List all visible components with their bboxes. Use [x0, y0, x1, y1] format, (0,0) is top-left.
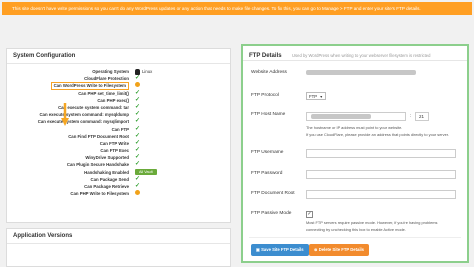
config-row: Can FTP ✓: [7, 126, 230, 133]
ftp-host-name-value: [311, 114, 371, 119]
config-row: WinyDrive Supported ✓: [7, 154, 230, 161]
config-row-label: Can Plugin Secure Handshake: [66, 162, 129, 168]
config-row-label: Can execute system command: mysqldump: [39, 112, 129, 118]
system-configuration-panel: System Configuration Operating System Lin…: [6, 48, 231, 223]
check-icon: ✓: [135, 154, 141, 161]
config-row: Can FTP Exec ✓: [7, 147, 230, 154]
ftp-details-title: FTP Details: [249, 53, 282, 59]
config-row-label: Can PHP set_time_limit(): [78, 90, 129, 96]
chevron-down-icon: ▼: [319, 95, 323, 99]
ftp-host-name-input[interactable]: [306, 112, 406, 121]
check-icon: ✓: [135, 96, 141, 103]
ftp-host-name-label: FTP Host Name: [251, 112, 286, 117]
check-icon: ✓: [135, 89, 141, 96]
host-help-line-2: If you use CloudFlare, please provide an…: [306, 132, 449, 137]
save-ftp-details-button[interactable]: ▣ Save Site FTP Details: [251, 244, 309, 256]
host-help-line-1: The hostname or IP address must point to…: [306, 125, 403, 130]
ftp-details-header: FTP Details Used by WordPress when writi…: [243, 46, 467, 61]
config-row-label: Can PHP exec(): [97, 97, 129, 103]
delete-ftp-details-label: Delete Site FTP Details: [318, 247, 364, 252]
config-row-label: Can FTP Exec: [100, 148, 129, 154]
ftp-passive-mode-checkbox[interactable]: ✓: [306, 211, 313, 218]
application-versions-panel: Application Versions: [6, 228, 231, 267]
config-row: Can execute system command: mysqldump ✓: [7, 111, 230, 118]
config-row: CloudFlare Protection ✓: [7, 75, 230, 82]
ftp-protocol-label: FTP Protocol: [251, 93, 279, 98]
config-row-label: Can Find FTP Document Root: [68, 133, 129, 139]
warning-icon: [135, 82, 140, 89]
check-icon: ✓: [135, 125, 141, 132]
system-configuration-title: System Configuration: [7, 49, 230, 64]
ftp-password-input[interactable]: [306, 170, 456, 179]
ftp-details-subtitle: Used by WordPress when writing to your w…: [292, 53, 431, 58]
config-row: Can WordPress Write to Filesystem: [7, 82, 230, 90]
website-address-label: Website Address: [251, 70, 287, 75]
config-row-label: Can FTP: [111, 126, 129, 132]
warning-icon: [135, 189, 140, 197]
check-icon: ✓: [135, 147, 141, 154]
permissions-warning-banner: This site doesn't have write permissions…: [2, 2, 472, 15]
config-row: Can PHP exec() ✓: [7, 97, 230, 104]
ftp-password-label: FTP Password: [251, 171, 283, 176]
passive-help-line-2: connecting try unchecking this box to en…: [306, 227, 406, 232]
check-icon: ✓: [135, 103, 141, 110]
config-row: Can Package Send ✓: [7, 176, 230, 183]
ftp-passive-mode-label: FTP Passive Mode: [251, 211, 292, 216]
config-row-label: Can PHP Write to Filesystem: [70, 191, 129, 197]
config-row: Can Plugin Secure Handshake ✓: [7, 161, 230, 168]
port-separator: :: [410, 113, 412, 118]
config-row: Can PHP Write to Filesystem: [7, 189, 230, 197]
config-row-label: Can WordPress Write to Filesystem: [50, 82, 129, 90]
config-row-label: Handshaking Enabled: [84, 169, 129, 175]
divider: [249, 237, 461, 238]
config-row: Operating System Linux: [7, 68, 230, 75]
config-row-label: WinyDrive Supported: [85, 155, 129, 161]
config-row: Can PHP set_time_limit() ✓: [7, 90, 230, 97]
ftp-port-input[interactable]: 21: [415, 112, 429, 121]
config-row: Can FTP Write ✓: [7, 140, 230, 147]
os-value-text: Linux: [142, 69, 153, 74]
application-versions-title: Application Versions: [7, 229, 230, 244]
ftp-document-root-input[interactable]: [306, 190, 456, 199]
ftp-protocol-select[interactable]: FTP ▼: [306, 92, 326, 100]
checkmark-icon: ✓: [307, 211, 312, 217]
config-row: Can execute system command: mysqlimport ✓: [7, 118, 230, 125]
check-icon: ✓: [135, 118, 141, 125]
config-row-label: Can Package Retrieve: [84, 184, 129, 189]
config-row-label: Can FTP Write: [99, 140, 129, 146]
config-row: Handshaking Enabled All Vault: [7, 168, 230, 176]
config-row: Can Find FTP Document Root ✓: [7, 133, 230, 140]
config-row-label: Can execute system command: mysqlimport: [37, 119, 129, 125]
pointer-arrow-icon: [61, 103, 69, 126]
config-row: Can Package Retrieve ✓: [7, 183, 230, 190]
toggle-on-label: All Vault: [135, 168, 157, 175]
config-row-label: Operating System: [92, 69, 129, 74]
website-address-value: [306, 70, 416, 75]
config-row: Can execute system command: tar ✓: [7, 104, 230, 111]
check-icon: ✓: [135, 132, 141, 139]
ftp-username-label: FTP Username: [251, 150, 284, 155]
config-row-label: CloudFlare Protection: [84, 76, 129, 82]
ftp-protocol-value: FTP: [309, 94, 318, 99]
ftp-username-input[interactable]: [306, 149, 456, 158]
passive-help-line-1: Most FTP servers require passive mode. H…: [306, 220, 438, 225]
ftp-details-panel: FTP Details Used by WordPress when writi…: [241, 44, 469, 263]
ftp-document-root-label: FTP Document Root: [251, 191, 295, 196]
check-icon: ✓: [135, 111, 141, 118]
delete-ftp-details-button[interactable]: ⊗ Delete Site FTP Details: [309, 244, 369, 256]
check-icon: ✓: [135, 139, 141, 146]
linux-icon: [135, 68, 140, 75]
save-ftp-details-label: Save Site FTP Details: [261, 247, 304, 252]
config-row-label: Can Package Send: [90, 176, 129, 182]
check-icon: ✓: [135, 175, 141, 182]
check-icon: ✓: [135, 161, 141, 168]
system-configuration-list: Operating System Linux CloudFlare Protecti…: [7, 68, 230, 197]
